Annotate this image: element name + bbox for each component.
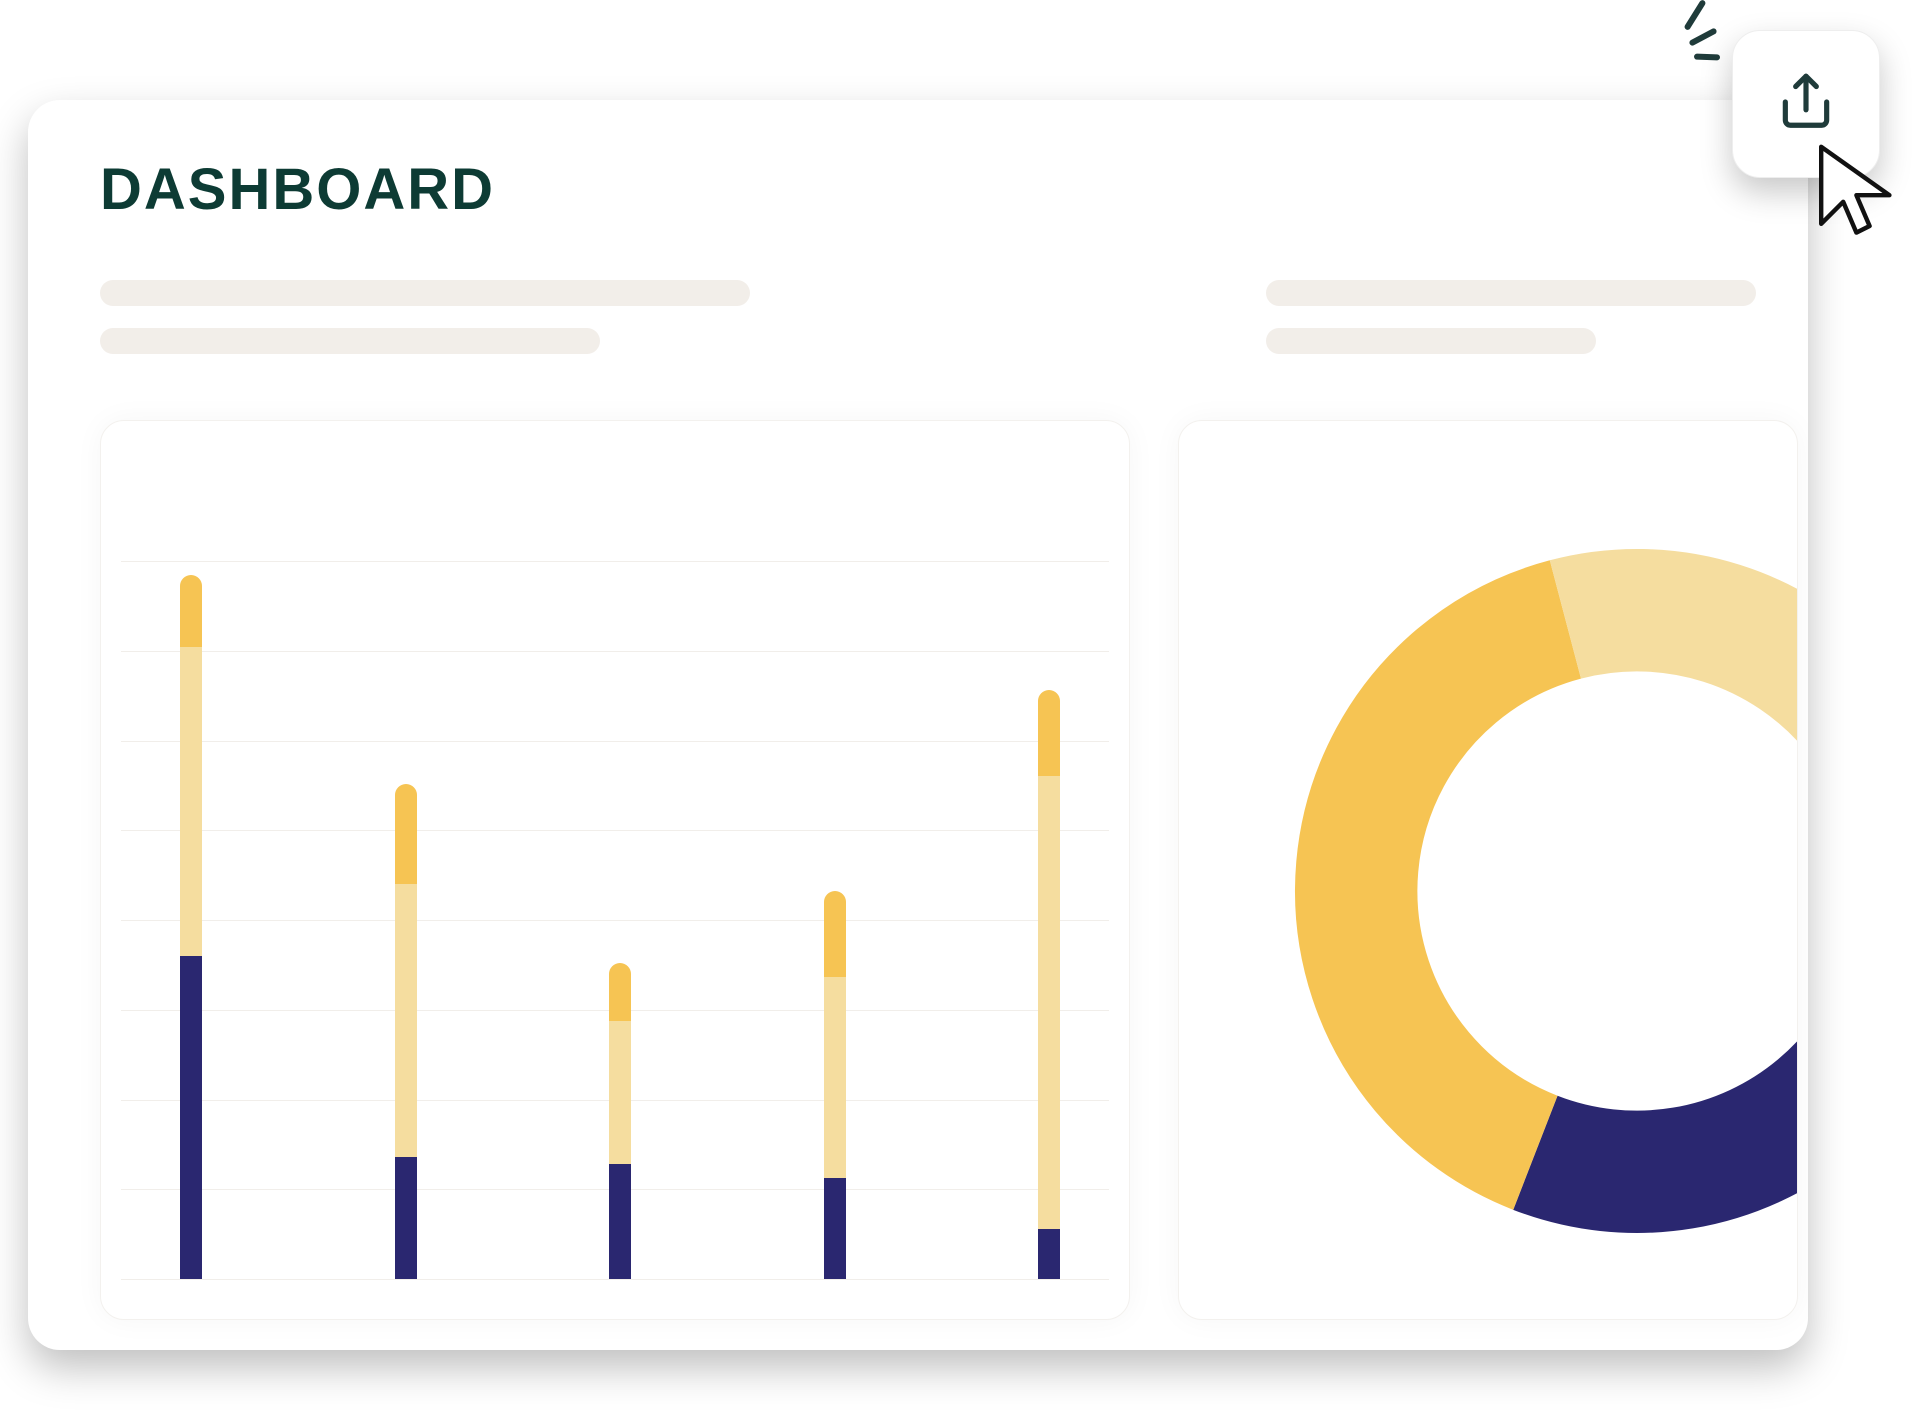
stacked-bar-chart bbox=[121, 561, 1109, 1279]
share-icon bbox=[1775, 71, 1837, 138]
bar bbox=[180, 575, 202, 1279]
bar bbox=[1038, 690, 1060, 1279]
page-title: DASHBOARD bbox=[100, 156, 495, 223]
bar-segment-amber bbox=[1038, 690, 1060, 776]
gridline bbox=[121, 830, 1109, 831]
gridline bbox=[121, 1279, 1109, 1280]
bar-segment-amber bbox=[395, 784, 417, 885]
bar-segment-amber bbox=[180, 575, 202, 647]
bar-segment-sand bbox=[824, 977, 846, 1178]
bar bbox=[824, 891, 846, 1279]
gridline bbox=[121, 651, 1109, 652]
bar-segment-navy bbox=[180, 956, 202, 1279]
skeleton-line bbox=[1266, 328, 1596, 354]
bar-segment-navy bbox=[824, 1178, 846, 1279]
skeleton-line bbox=[100, 280, 750, 306]
spark-lines-icon bbox=[1664, 4, 1724, 64]
bar-segment-navy bbox=[395, 1157, 417, 1279]
bar-segment-sand bbox=[395, 884, 417, 1157]
dashboard-card: DASHBOARD bbox=[28, 100, 1808, 1350]
bar-segment-navy bbox=[609, 1164, 631, 1279]
gridline bbox=[121, 741, 1109, 742]
skeleton-line bbox=[100, 328, 600, 354]
bar bbox=[609, 963, 631, 1279]
skeleton-line bbox=[1266, 280, 1756, 306]
bar-segment-navy bbox=[1038, 1229, 1060, 1279]
bar-chart-panel bbox=[100, 420, 1130, 1320]
bar-segment-sand bbox=[1038, 776, 1060, 1228]
share-button[interactable] bbox=[1732, 30, 1880, 178]
gridline bbox=[121, 561, 1109, 562]
donut-chart bbox=[1277, 531, 1798, 1251]
bar bbox=[395, 784, 417, 1279]
bar-segment-amber bbox=[824, 891, 846, 977]
bar-segment-amber bbox=[609, 963, 631, 1020]
gridline bbox=[121, 920, 1109, 921]
donut-chart-panel bbox=[1178, 420, 1798, 1320]
bar-segment-sand bbox=[180, 647, 202, 956]
bar-segment-sand bbox=[609, 1021, 631, 1165]
